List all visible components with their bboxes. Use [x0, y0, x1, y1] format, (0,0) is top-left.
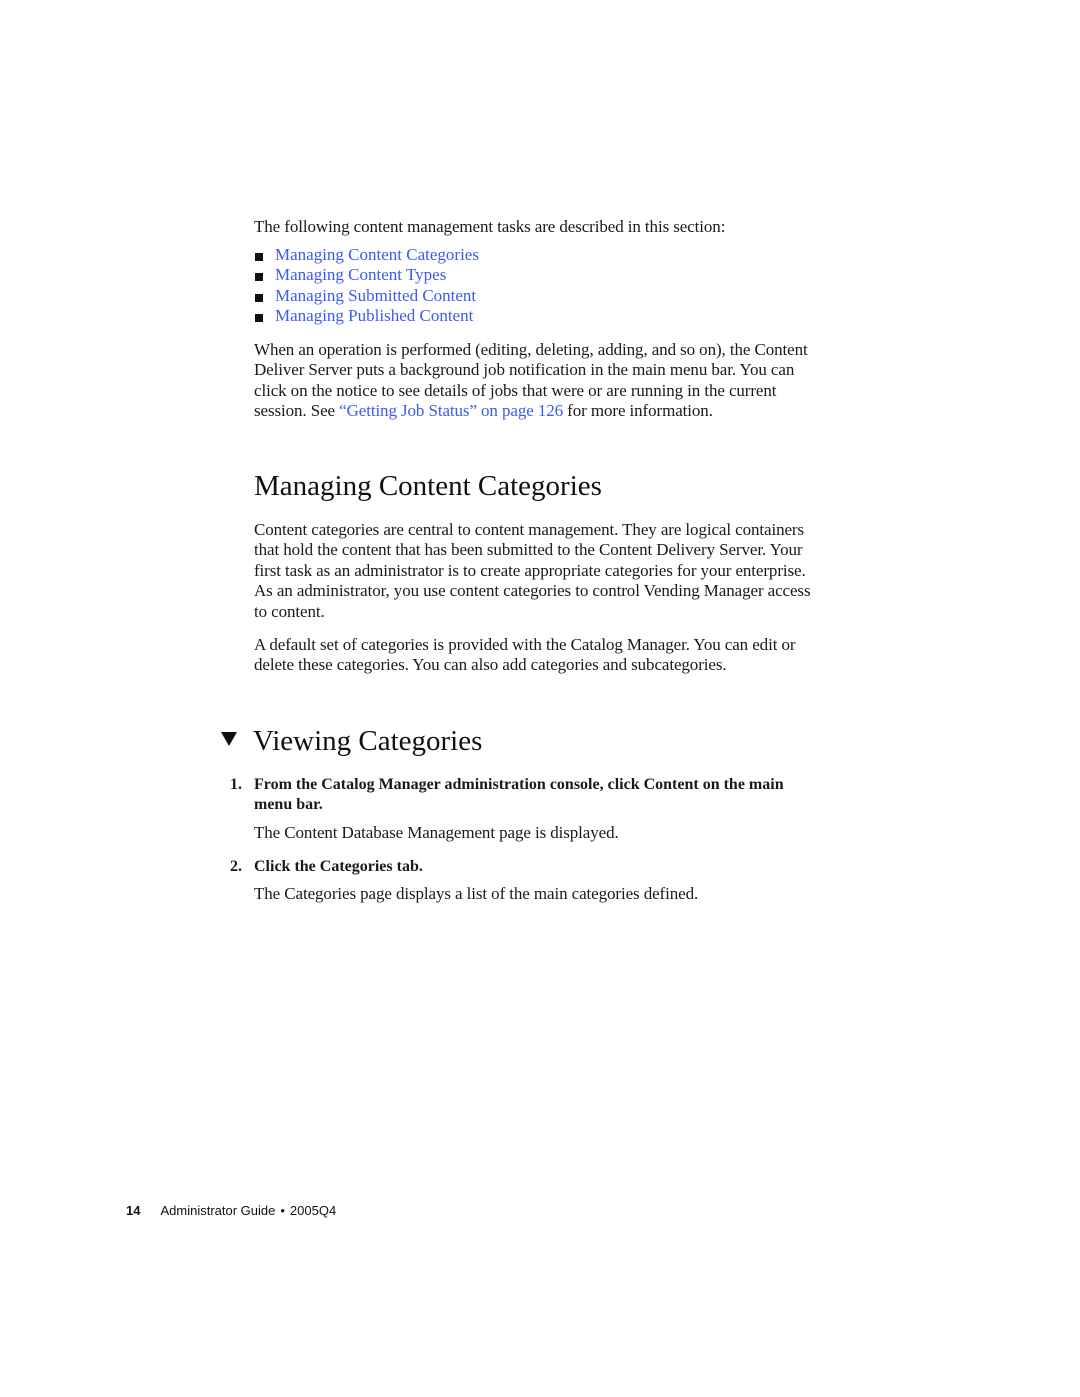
paragraph-line: A default set of categories is provided …	[254, 635, 796, 654]
link-managing-submitted-content[interactable]: Managing Submitted Content	[275, 286, 476, 305]
step-2-result: The Categories page displays a list of t…	[254, 884, 699, 903]
link-managing-content-types[interactable]: Managing Content Types	[275, 265, 446, 284]
categories-intro-paragraph: Content categories are central to conten…	[254, 520, 904, 622]
page-number: 14	[126, 1203, 141, 1218]
link-getting-job-status[interactable]: “Getting Job Status” on page 126	[339, 401, 563, 420]
task-link-list: Managing Content Categories Managing Con…	[254, 245, 479, 327]
step-1: 1. From the Catalog Manager administrati…	[230, 775, 890, 816]
job-notification-paragraph: When an operation is performed (editing,…	[254, 340, 904, 422]
document-version: 2005Q4	[289, 1203, 337, 1218]
procedure-triangle-icon	[221, 732, 237, 746]
document-title: Administrator Guide	[160, 1203, 276, 1218]
step-1-result: The Content Database Management page is …	[254, 823, 619, 842]
paragraph-line: click on the notice to see details of jo…	[254, 380, 777, 400]
step-2: 2. Click the Categories tab.	[230, 857, 890, 877]
instruction-line: menu bar.	[254, 796, 323, 814]
list-item: Managing Published Content	[254, 306, 479, 326]
heading-text: Viewing Categories	[253, 725, 483, 757]
paragraph-line: to content.	[254, 601, 325, 621]
list-item: Managing Content Types	[254, 265, 479, 285]
link-managing-content-categories[interactable]: Managing Content Categories	[275, 245, 479, 264]
paragraph-line: When an operation is performed (editing,…	[254, 340, 808, 359]
square-bullet-icon	[255, 293, 263, 302]
step-instruction: From the Catalog Manager administration …	[254, 775, 890, 816]
instruction-line: Click the Categories tab.	[254, 858, 423, 875]
step-number: 2.	[230, 858, 242, 875]
bullet-separator-icon: •	[280, 1203, 285, 1218]
heading-managing-content-categories: Managing Content Categories	[254, 470, 602, 502]
square-bullet-icon	[255, 253, 263, 261]
page-footer: 14 Administrator Guide • 2005Q4	[126, 1203, 336, 1219]
square-bullet-icon	[255, 314, 263, 323]
intro-text: The following content management tasks a…	[254, 217, 726, 236]
paragraph-line: session. See “Getting Job Status” on pag…	[254, 401, 904, 421]
list-item: Managing Submitted Content	[254, 286, 479, 306]
default-categories-paragraph: A default set of categories is provided …	[254, 635, 904, 676]
list-item: Managing Content Categories	[254, 245, 479, 265]
link-managing-published-content[interactable]: Managing Published Content	[275, 306, 473, 325]
instruction-line: From the Catalog Manager administration …	[254, 776, 784, 793]
paragraph-line: As an administrator, you use content cat…	[254, 581, 811, 601]
step-number: 1.	[230, 776, 242, 793]
heading-viewing-categories: Viewing Categories	[221, 723, 482, 759]
paragraph-line: Deliver Server puts a background job not…	[254, 360, 795, 380]
line-suffix: for more information.	[563, 401, 713, 421]
paragraph-line: delete these categories. You can also ad…	[254, 655, 727, 675]
paragraph-line: that hold the content that has been subm…	[254, 540, 803, 560]
paragraph-line: first task as an administrator is to cre…	[254, 560, 806, 580]
square-bullet-icon	[255, 273, 263, 282]
document-page: The following content management tasks a…	[0, 0, 1080, 1397]
paragraph-line: Content categories are central to conten…	[254, 520, 804, 539]
line-prefix: session. See	[254, 401, 340, 421]
step-instruction: Click the Categories tab.	[254, 857, 890, 877]
